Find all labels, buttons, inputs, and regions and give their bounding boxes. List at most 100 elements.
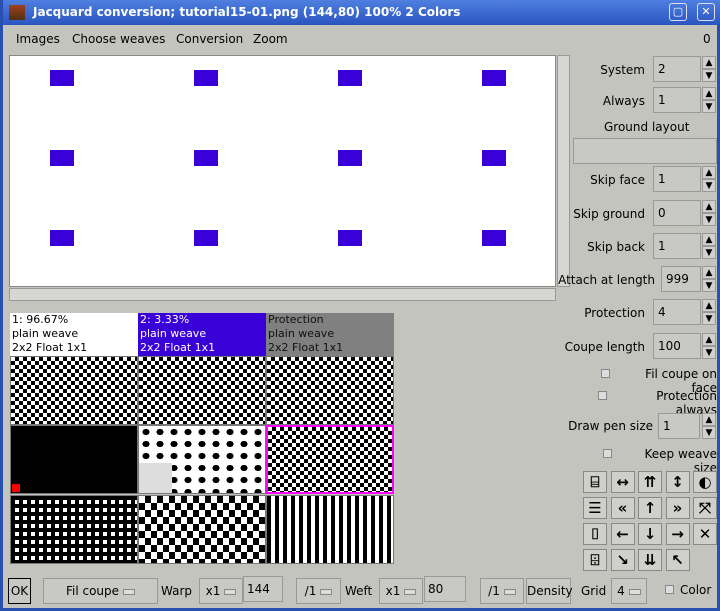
move-vertical-icon[interactable]: ↕ (665, 471, 690, 493)
skip-back-up[interactable]: ▲ (702, 233, 716, 246)
skip-face-label: Skip face (590, 173, 645, 187)
protection-down[interactable]: ▼ (702, 312, 716, 325)
skip-face-down[interactable]: ▼ (702, 179, 716, 192)
always-down[interactable]: ▼ (702, 100, 716, 113)
double-arrow-left-icon[interactable]: « (610, 497, 635, 519)
system-down[interactable]: ▼ (702, 69, 716, 82)
menu-images[interactable]: Images (16, 32, 60, 46)
pattern-block (338, 150, 362, 166)
keep-weave-checkbox[interactable] (603, 449, 612, 458)
diagonal-cross-icon[interactable]: ⤧ (693, 497, 717, 519)
weft-div-select[interactable]: /1 (480, 578, 524, 604)
menu-zoom[interactable]: Zoom (253, 32, 288, 46)
weave-cell[interactable] (138, 425, 266, 494)
protection-always-checkbox[interactable] (598, 391, 607, 400)
weave-cell[interactable] (10, 425, 138, 494)
arrow-up-icon[interactable]: ↑ (638, 497, 662, 519)
mode-select[interactable]: Fil coupe (43, 578, 158, 604)
skip-ground-label: Skip ground (573, 207, 645, 221)
weave-header-1[interactable]: 1: 96.67% plain weave 2x2 Float 1x1 (10, 313, 138, 356)
weft-div-value: /1 (488, 584, 500, 598)
warp-div-select[interactable]: /1 (296, 578, 341, 604)
coupe-up[interactable]: ▲ (702, 333, 716, 346)
attach-down[interactable]: ▼ (702, 279, 716, 292)
weft-label: Weft (345, 584, 373, 598)
skip-face-field[interactable]: 1 (653, 166, 701, 192)
ground-layout-field[interactable] (573, 138, 717, 164)
weave-cell[interactable] (138, 356, 266, 425)
warp-mult-select[interactable]: x1 (199, 578, 243, 604)
pattern-block (50, 230, 74, 246)
weave-cell[interactable] (10, 495, 138, 564)
coupe-length-field[interactable]: 100 (653, 333, 701, 359)
attach-field[interactable]: 999 (661, 266, 701, 292)
pattern-block (194, 150, 218, 166)
weave-cell[interactable] (10, 356, 138, 425)
weft-field[interactable]: 80 (424, 576, 466, 602)
grid-label: Grid (581, 584, 607, 598)
weave-header-protection[interactable]: Protection plain weave 2x2 Float 1x1 (266, 313, 394, 356)
fill-up-left-icon[interactable]: ↖ (665, 549, 690, 571)
stairs-up-icon[interactable]: ⌸ (583, 471, 607, 493)
skip-ground-field[interactable]: 0 (653, 200, 701, 226)
protection-up[interactable]: ▲ (702, 299, 716, 312)
vertical-scrollbar[interactable] (557, 55, 570, 287)
pen-up[interactable]: ▲ (702, 413, 716, 426)
weave-cell[interactable] (266, 495, 394, 564)
weave-ratio: 1: 96.67% (12, 313, 69, 326)
stairs-left-icon[interactable]: ⌹ (583, 549, 607, 571)
pen-size-field[interactable]: 1 (658, 413, 700, 439)
pattern-block (194, 230, 218, 246)
weave-header-2[interactable]: 2: 3.33% plain weave 2x2 Float 1x1 (138, 313, 266, 356)
skip-ground-down[interactable]: ▼ (702, 213, 716, 226)
fil-coupe-face-checkbox[interactable] (601, 369, 610, 378)
image-canvas[interactable] (9, 55, 556, 287)
protection-label: Protection (584, 306, 645, 320)
grid-select[interactable]: 4 (611, 578, 647, 604)
arrow-left-icon[interactable]: ← (610, 523, 635, 545)
pattern-block (50, 70, 74, 86)
skip-ground-up[interactable]: ▲ (702, 200, 716, 213)
double-arrow-right-icon[interactable]: » (665, 497, 690, 519)
coupe-down[interactable]: ▼ (702, 346, 716, 359)
attach-up[interactable]: ▲ (702, 266, 716, 279)
pen-down[interactable]: ▼ (702, 426, 716, 439)
weave-cell-selected[interactable] (266, 425, 394, 494)
density-button[interactable]: Density (526, 578, 573, 604)
move-horizontal-icon[interactable]: ↔ (610, 471, 635, 493)
protection-field[interactable]: 4 (653, 299, 701, 325)
pattern-block (338, 70, 362, 86)
system-up[interactable]: ▲ (702, 56, 716, 69)
skip-face-up[interactable]: ▲ (702, 166, 716, 179)
stairs-right-icon[interactable]: ⌷ (583, 523, 607, 545)
arrow-down-icon[interactable]: ↓ (638, 523, 662, 545)
always-up[interactable]: ▲ (702, 87, 716, 100)
close-button[interactable]: ✕ (697, 3, 715, 21)
weft-mult-select[interactable]: x1 (379, 578, 423, 604)
ok-button[interactable]: OK (8, 578, 31, 604)
menu-conversion[interactable]: Conversion (176, 32, 243, 46)
horizontal-scrollbar[interactable] (9, 288, 556, 301)
weave-float: 2x2 Float 1x1 (268, 341, 344, 354)
system-field[interactable]: 2 (653, 56, 701, 82)
weave-cell[interactable] (266, 356, 394, 425)
stairs-down-icon[interactable]: ☰ (583, 497, 607, 519)
menu-choose-weaves[interactable]: Choose weaves (72, 32, 165, 46)
always-field[interactable]: 1 (653, 87, 701, 113)
color-checkbox[interactable] (665, 585, 674, 594)
invert-icon[interactable]: ◐ (693, 471, 717, 493)
fill-down-right-icon[interactable]: ↘ (610, 549, 635, 571)
double-arrow-up-icon[interactable]: ⇈ (638, 471, 662, 493)
weave-name: plain weave (268, 327, 335, 340)
skip-back-field[interactable]: 1 (653, 233, 701, 259)
warp-field[interactable]: 144 (243, 576, 283, 602)
maximize-button[interactable]: ▢ (669, 3, 687, 21)
warp-div-value: /1 (304, 584, 317, 598)
pattern-block (482, 70, 506, 86)
cross-icon[interactable]: ✕ (693, 523, 717, 545)
weave-ratio: 2: 3.33% (140, 313, 190, 326)
skip-back-down[interactable]: ▼ (702, 246, 716, 259)
double-arrow-down-icon[interactable]: ⇊ (638, 549, 662, 571)
arrow-right-icon[interactable]: → (665, 523, 690, 545)
weave-cell[interactable] (138, 495, 266, 564)
